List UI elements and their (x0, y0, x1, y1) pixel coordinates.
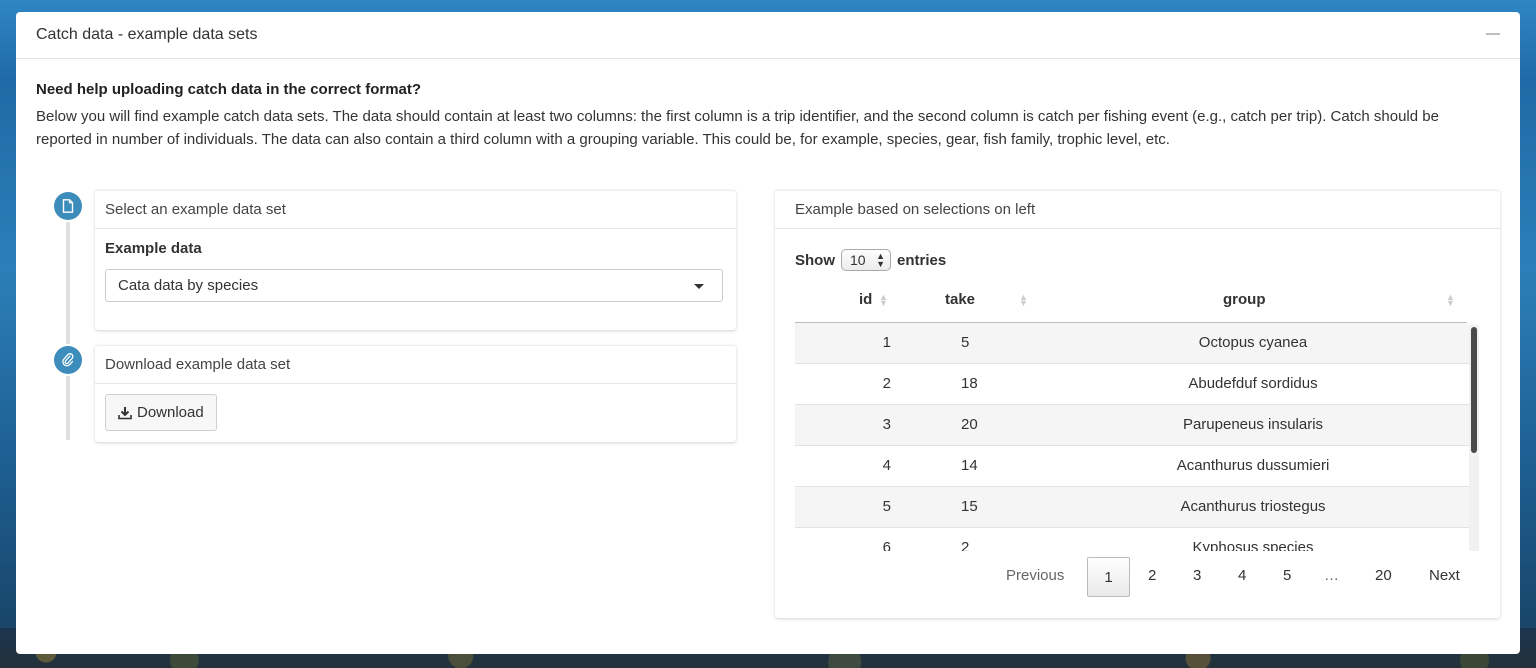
table-row: 2 18 Abudefduf sordidus (795, 364, 1469, 405)
column-header-take[interactable]: take (945, 291, 975, 308)
cell-id: 2 (882, 375, 891, 392)
download-button[interactable]: Download (105, 394, 217, 431)
download-card-header: Download example data set (95, 346, 736, 384)
select-card-header: Select an example data set (95, 191, 736, 229)
timeline-line (66, 208, 70, 440)
download-card: Download example data set Download (95, 345, 736, 442)
sort-icon[interactable]: ▲ ▼ (1446, 293, 1455, 308)
paperclip-icon (54, 346, 82, 374)
pagination-page-1[interactable]: 1 (1087, 557, 1130, 597)
example-data-label: Example data (105, 240, 202, 257)
pagination-next[interactable]: Next (1429, 567, 1460, 584)
entries-select-value: 10 (850, 252, 866, 268)
cell-id: 1 (882, 334, 891, 351)
table-scrollbar-thumb[interactable] (1471, 327, 1477, 453)
file-icon (54, 192, 82, 220)
cell-id: 6 (882, 539, 891, 551)
table-row: 5 15 Acanthurus triostegus (795, 487, 1469, 528)
cell-id: 4 (882, 457, 891, 474)
table-row: 6 2 Kyphosus species (795, 528, 1469, 551)
table-row: 1 5 Octopus cyanea (795, 323, 1469, 364)
chevron-down-icon (694, 284, 704, 289)
help-title: Need help uploading catch data in the co… (36, 81, 422, 98)
minimize-icon[interactable] (1486, 33, 1500, 35)
pagination-page-4[interactable]: 4 (1238, 567, 1246, 584)
entries-length-control: Show 10 ▲ ▼ entries (795, 249, 946, 271)
column-header-id[interactable]: id (859, 291, 872, 308)
pagination-page-5[interactable]: 5 (1283, 567, 1291, 584)
cell-group: Octopus cyanea (1198, 334, 1308, 351)
sort-icon[interactable]: ▲ ▼ (1019, 293, 1028, 308)
cell-take: 15 (961, 498, 978, 515)
pagination-page-20[interactable]: 20 (1375, 567, 1392, 584)
table-row: 3 20 Parupeneus insularis (795, 405, 1469, 446)
cell-id: 3 (882, 416, 891, 433)
cell-take: 20 (961, 416, 978, 433)
example-table-card: Example based on selections on left Show… (775, 190, 1500, 618)
download-icon (118, 406, 132, 419)
cell-group: Abudefduf sordidus (1188, 375, 1318, 392)
example-card-header: Example based on selections on left (775, 191, 1500, 229)
pagination-page-3[interactable]: 3 (1193, 567, 1201, 584)
cell-take: 5 (961, 334, 970, 351)
cell-group: Acanthurus dussumieri (1176, 457, 1330, 474)
cell-group: Parupeneus insularis (1182, 416, 1324, 433)
cell-take: 2 (961, 539, 970, 551)
table-body: 1 5 Octopus cyanea 2 18 Abudefduf sordid… (795, 323, 1469, 551)
show-label: Show (795, 251, 835, 269)
help-text: Below you will find example catch data s… (36, 108, 1439, 148)
pagination-ellipsis: … (1324, 567, 1339, 584)
column-header-group[interactable]: group (1223, 291, 1266, 308)
cell-take: 18 (961, 375, 978, 392)
catch-data-panel: Catch data - example data sets Need help… (16, 12, 1520, 654)
entries-select[interactable]: 10 ▲ ▼ (841, 249, 891, 271)
cell-id: 5 (882, 498, 891, 515)
panel-title: Catch data - example data sets (36, 26, 258, 43)
example-data-select[interactable]: Cata data by species (105, 269, 723, 302)
download-button-label: Download (137, 404, 204, 421)
select-example-card: Select an example data set Example data … (95, 190, 736, 330)
table-row: 4 14 Acanthurus dussumieri (795, 446, 1469, 487)
example-data-selected-value: Cata data by species (118, 277, 259, 294)
pagination-page-2[interactable]: 2 (1148, 567, 1156, 584)
entries-label: entries (897, 251, 947, 269)
sort-icon[interactable]: ▲ ▼ (879, 293, 888, 308)
pagination-previous[interactable]: Previous (1006, 567, 1064, 584)
cell-group: Acanthurus triostegus (1180, 498, 1326, 515)
panel-header: Catch data - example data sets (16, 12, 1520, 59)
cell-take: 14 (961, 457, 978, 474)
updown-arrows-icon: ▲ ▼ (876, 251, 885, 269)
cell-group: Kyphosus species (1192, 539, 1314, 551)
